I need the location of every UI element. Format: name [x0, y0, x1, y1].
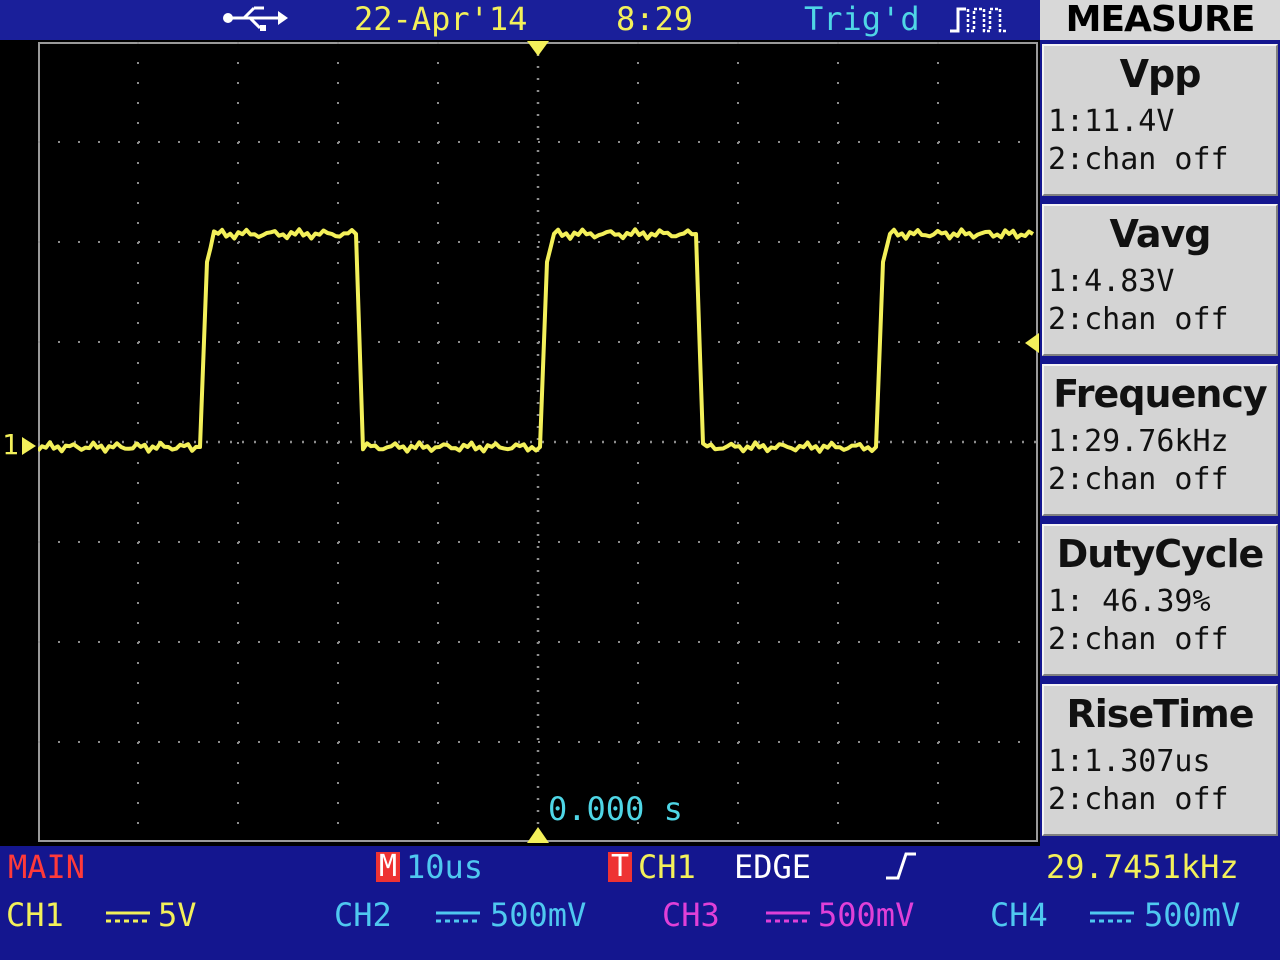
measure-ch2-value: 2:chan off: [1048, 462, 1229, 497]
ch2-scale[interactable]: 500mV: [490, 896, 586, 934]
date-readout: 22-Apr'14: [354, 0, 528, 38]
mode-badge[interactable]: MAIN: [6, 850, 88, 884]
waveform-display[interactable]: [38, 42, 1038, 842]
ch3-scale[interactable]: 500mV: [818, 896, 914, 934]
measure-panel: MEASURE Vpp 1:11.4V 2:chan off Vavg 1:4.…: [1040, 0, 1280, 846]
measure-duty-cycle[interactable]: DutyCycle 1: 46.39% 2:chan off: [1042, 524, 1278, 676]
trigger-wave-icon: [950, 7, 1008, 33]
waveform-plot: [38, 42, 1038, 842]
measure-ch2-value: 2:chan off: [1048, 302, 1229, 337]
ch4-scale[interactable]: 500mV: [1144, 896, 1240, 934]
trigger-status: Trig'd: [804, 0, 920, 38]
trigger-level-marker[interactable]: [1024, 332, 1040, 354]
measure-panel-title: MEASURE: [1040, 0, 1280, 40]
measure-name: Vpp: [1119, 52, 1202, 96]
measure-name: DutyCycle: [1056, 532, 1265, 576]
ch1-scale[interactable]: 5V: [158, 896, 197, 934]
trigger-source[interactable]: CH1: [638, 848, 696, 886]
ch2-coupling-dc-icon: [436, 911, 480, 923]
ch1-trace: [38, 227, 1035, 454]
measure-name: RiseTime: [1066, 692, 1255, 736]
measure-name: Frequency: [1053, 372, 1267, 416]
bottom-status-bar: MAIN M 10us T CH1 EDGE 29.7451kHz CH1 5V…: [0, 846, 1280, 960]
ch3-coupling-dc-icon: [766, 911, 810, 923]
trigger-position-bottom-marker[interactable]: [526, 826, 550, 844]
measure-ch1-value: 1:4.83V: [1048, 264, 1175, 299]
measure-ch1-value: 1:29.76kHz: [1048, 424, 1229, 459]
trigger-type[interactable]: EDGE: [734, 848, 811, 886]
ch1-label[interactable]: CH1: [6, 896, 64, 934]
ch4-label[interactable]: CH4: [990, 896, 1048, 934]
measure-ch2-value: 2:chan off: [1048, 142, 1229, 177]
measure-ch2-value: 2:chan off: [1048, 622, 1229, 657]
ch4-coupling-dc-icon: [1090, 911, 1134, 923]
measure-frequency[interactable]: Frequency 1:29.76kHz 2:chan off: [1042, 364, 1278, 516]
measure-vpp[interactable]: Vpp 1:11.4V 2:chan off: [1042, 44, 1278, 196]
ch3-label[interactable]: CH3: [662, 896, 720, 934]
rising-edge-icon: [886, 852, 916, 880]
timebase-value[interactable]: 10us: [406, 848, 483, 886]
measure-ch1-value: 1:11.4V: [1048, 104, 1175, 139]
trigger-badge: T: [608, 852, 633, 882]
status-bar: 22-Apr'14 8:29 Trig'd: [0, 0, 1040, 40]
measure-rise-time[interactable]: RiseTime 1:1.307us 2:chan off: [1042, 684, 1278, 836]
time-offset-readout: 0.000 s: [548, 790, 683, 828]
usb-icon: [223, 6, 288, 31]
trigger-frequency: 29.7451kHz: [1046, 848, 1239, 886]
ch2-label[interactable]: CH2: [334, 896, 392, 934]
timebase-badge: M: [376, 852, 401, 882]
ch1-coupling-dc-icon: [106, 911, 150, 923]
measure-name: Vavg: [1109, 212, 1212, 256]
ch1-marker-label: 1: [2, 428, 19, 461]
measure-ch1-value: 1: 46.39%: [1048, 584, 1211, 619]
measure-ch2-value: 2:chan off: [1048, 782, 1229, 817]
ch1-marker-arrow-icon: [22, 437, 36, 455]
measure-ch1-value: 1:1.307us: [1048, 744, 1211, 779]
trigger-position-top-marker[interactable]: [526, 40, 550, 58]
measure-vavg[interactable]: Vavg 1:4.83V 2:chan off: [1042, 204, 1278, 356]
time-readout: 8:29: [616, 0, 694, 38]
